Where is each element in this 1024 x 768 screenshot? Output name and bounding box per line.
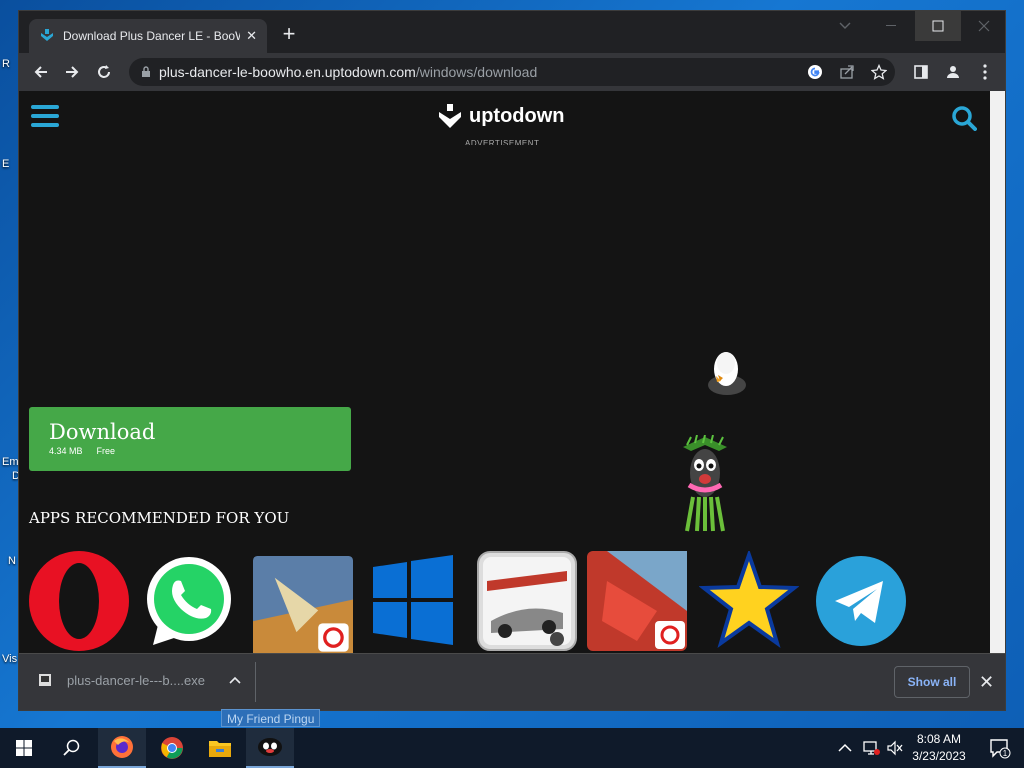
- download-meta: 4.34 MB Free: [49, 446, 331, 456]
- notification-icon: 1: [990, 739, 1011, 759]
- whatsapp-app-icon[interactable]: [139, 551, 239, 653]
- address-bar[interactable]: plus-dancer-le-boowho.en.uptodown.com/wi…: [129, 58, 895, 86]
- download-shelf: plus-dancer-le---b....exe Show all ✕: [19, 653, 1005, 710]
- side-panel-button[interactable]: [909, 60, 933, 84]
- forward-button[interactable]: [60, 60, 84, 84]
- page-content: uptodown ADVERTISEMENT Download 4.34 MB …: [19, 91, 990, 653]
- close-icon: [978, 20, 990, 32]
- free-fire-max-app-icon[interactable]: [253, 555, 353, 653]
- download-label: Download: [49, 420, 156, 444]
- search-icon[interactable]: [951, 105, 977, 131]
- chevron-up-icon[interactable]: [229, 676, 241, 684]
- chrome-icon: [161, 737, 183, 759]
- download-button[interactable]: Download 4.34 MB Free: [29, 407, 351, 471]
- advertisement-label: ADVERTISEMENT: [465, 139, 540, 145]
- star-app-icon[interactable]: [699, 551, 799, 653]
- desktop-icon-label[interactable]: N: [8, 555, 16, 567]
- arrow-right-icon: [66, 66, 79, 78]
- show-all-button[interactable]: Show all: [894, 666, 970, 698]
- opera-app-icon[interactable]: [29, 551, 129, 653]
- windows-start-icon: [16, 740, 32, 756]
- garena-free-fire-app-icon[interactable]: [587, 551, 687, 653]
- tab-close-button[interactable]: ✕: [246, 28, 257, 44]
- close-shelf-button[interactable]: ✕: [979, 672, 994, 693]
- minimize-button[interactable]: [869, 11, 915, 41]
- taskbar-pingu-app[interactable]: [246, 728, 294, 768]
- side-panel-icon: [914, 65, 928, 79]
- new-tab-button[interactable]: +: [277, 23, 301, 47]
- taskbar-clock[interactable]: 8:08 AM 3/23/2023: [906, 731, 972, 765]
- folder-icon: [209, 741, 231, 757]
- uptodown-favicon-icon: [41, 29, 53, 41]
- more-vertical-icon: [983, 64, 987, 80]
- url-host: plus-dancer-le-boowho.en.uptodown.com: [159, 64, 416, 80]
- firefox-icon: [111, 736, 133, 758]
- windows-app-icon[interactable]: [363, 551, 463, 653]
- google-lens-icon[interactable]: [807, 64, 823, 80]
- url-path: /windows/download: [415, 64, 538, 80]
- system-tray: [838, 728, 904, 768]
- menu-button[interactable]: [973, 60, 997, 84]
- uptodown-logo[interactable]: uptodown: [437, 103, 565, 129]
- clock-date: 3/23/2023: [912, 749, 966, 763]
- page-scrollbar[interactable]: [990, 91, 1005, 653]
- reload-button[interactable]: [92, 60, 116, 84]
- hula-dancer-sprite[interactable]: [675, 435, 735, 533]
- profile-icon: [947, 66, 959, 78]
- taskbar-tooltip: My Friend Pingu: [221, 709, 321, 727]
- search-taskbar-button[interactable]: [48, 728, 96, 768]
- download-filename: plus-dancer-le---b....exe: [67, 672, 205, 688]
- browser-toolbar: plus-dancer-le-boowho.en.uptodown.com/wi…: [19, 53, 1005, 91]
- network-icon[interactable]: [862, 740, 880, 756]
- pingu-app-icon: [258, 738, 282, 756]
- browser-tab[interactable]: Download Plus Dancer LE - Boo​W ✕: [29, 19, 267, 53]
- pingu-penguin-sprite[interactable]: [705, 341, 749, 397]
- lock-icon: [142, 66, 150, 77]
- taskbar-chrome[interactable]: [148, 728, 196, 768]
- uptodown-logo-icon: [439, 104, 461, 128]
- chevron-down-icon: [839, 22, 851, 29]
- taskbar-firefox[interactable]: [98, 728, 146, 768]
- notifications-button[interactable]: 1: [976, 728, 1024, 768]
- need-for-speed-app-icon[interactable]: [477, 551, 577, 653]
- taskbar: 8:08 AM 3/23/2023 1: [0, 728, 1024, 768]
- desktop-icon-label[interactable]: R: [2, 58, 10, 70]
- close-window-button[interactable]: [961, 11, 1005, 41]
- search-icon: [63, 739, 80, 756]
- divider: [255, 662, 256, 702]
- desktop-icon-label[interactable]: E: [2, 158, 9, 170]
- arrow-left-icon: [34, 66, 47, 78]
- share-icon[interactable]: [839, 64, 855, 80]
- download-item[interactable]: plus-dancer-le---b....exe: [37, 672, 241, 688]
- hamburger-menu-icon[interactable]: [31, 105, 59, 129]
- maximize-button[interactable]: [915, 11, 961, 41]
- back-button[interactable]: [29, 60, 53, 84]
- telegram-app-icon[interactable]: [811, 551, 911, 653]
- license-label: Free: [96, 446, 116, 456]
- maximize-icon: [932, 20, 944, 32]
- chevron-up-icon[interactable]: [838, 743, 852, 753]
- tab-search-button[interactable]: [822, 11, 868, 41]
- start-button[interactable]: [0, 728, 48, 768]
- file-size: 4.34 MB: [49, 446, 83, 456]
- title-bar: Download Plus Dancer LE - Boo​W ✕ +: [19, 11, 1005, 53]
- taskbar-file-explorer[interactable]: [196, 728, 244, 768]
- clock-time: 8:08 AM: [916, 732, 962, 746]
- profile-button[interactable]: [941, 60, 965, 84]
- volume-icon[interactable]: [886, 740, 904, 756]
- exe-file-icon: [39, 674, 51, 686]
- recommended-apps-heading: APPS RECOMMENDED FOR YOU: [29, 509, 290, 527]
- minimize-icon: [886, 25, 896, 26]
- desktop-icon-label[interactable]: Em: [2, 456, 19, 468]
- tab-title: Download Plus Dancer LE - Boo​W: [63, 29, 241, 43]
- notification-count: 1: [1003, 749, 1008, 758]
- desktop-icon-label[interactable]: Vis: [2, 653, 17, 665]
- bookmark-star-icon[interactable]: [871, 64, 887, 80]
- logo-text: uptodown: [469, 104, 565, 127]
- browser-window: Download Plus Dancer LE - Boo​W ✕ + plus: [18, 10, 1006, 711]
- reload-icon: [98, 65, 110, 78]
